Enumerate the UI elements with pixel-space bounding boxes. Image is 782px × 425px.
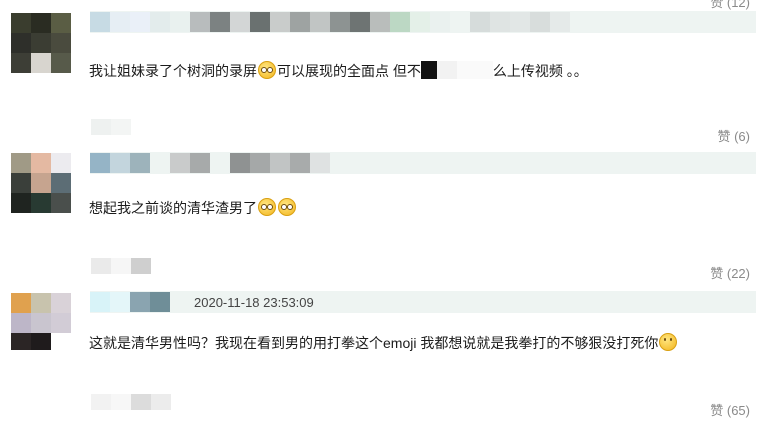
avatar[interactable] xyxy=(11,13,71,73)
like-button[interactable]: 赞 (22) xyxy=(710,263,750,282)
reply-info-blurred xyxy=(91,119,131,135)
comment-text-part: 这就是清华男性吗？我现在看到男的用打拳这个emoji 我都想说就是我拳打的不够狠… xyxy=(89,335,659,351)
like-button[interactable]: 赞 (65) xyxy=(710,400,750,419)
username-bar[interactable]: 2020-11-18 23:53:09 xyxy=(90,291,756,313)
avatar[interactable] xyxy=(11,293,71,350)
comment-text-part: 我让姐妹录了个树洞的录屏 xyxy=(89,63,257,79)
grinning-face-icon xyxy=(659,333,678,351)
comment-1: 我让姐妹录了个树洞的录屏 可以展现的全面点 但不 么上传视频 。。 赞 (6) xyxy=(0,0,782,148)
comment-timestamp: 2020-11-18 23:53:09 xyxy=(194,294,314,310)
username-bar-blurred[interactable] xyxy=(90,11,756,33)
avatar[interactable] xyxy=(11,153,71,213)
flushed-face-icon xyxy=(278,198,296,216)
comment-text: 我让姐妹录了个树洞的录屏 可以展现的全面点 但不 么上传视频 。。 xyxy=(89,61,588,81)
crying-face-icon xyxy=(258,61,276,79)
username-bar-blurred[interactable] xyxy=(90,152,756,174)
comment-text: 想起我之前谈的清华渣男了 xyxy=(89,198,297,218)
reply-info-blurred xyxy=(91,258,151,274)
comment-text-part: 么上传视频 。。 xyxy=(492,63,588,79)
comment-text-part: 想起我之前谈的清华渣男了 xyxy=(89,200,257,216)
flushed-face-icon xyxy=(258,198,276,216)
comment-3: 2020-11-18 23:53:09 这就是清华男性吗？我现在看到男的用打拳这… xyxy=(0,283,782,425)
comment-2: 想起我之前谈的清华渣男了 赞 (22) xyxy=(0,148,782,283)
comment-text-part: 可以展现的全面点 但不 xyxy=(277,63,421,79)
comment-text: 这就是清华男性吗？我现在看到男的用打拳这个emoji 我都想说就是我拳打的不够狠… xyxy=(89,333,678,353)
redacted-text-blur xyxy=(420,61,493,79)
reply-info-blurred xyxy=(91,394,171,410)
like-button[interactable]: 赞 (6) xyxy=(717,126,750,145)
